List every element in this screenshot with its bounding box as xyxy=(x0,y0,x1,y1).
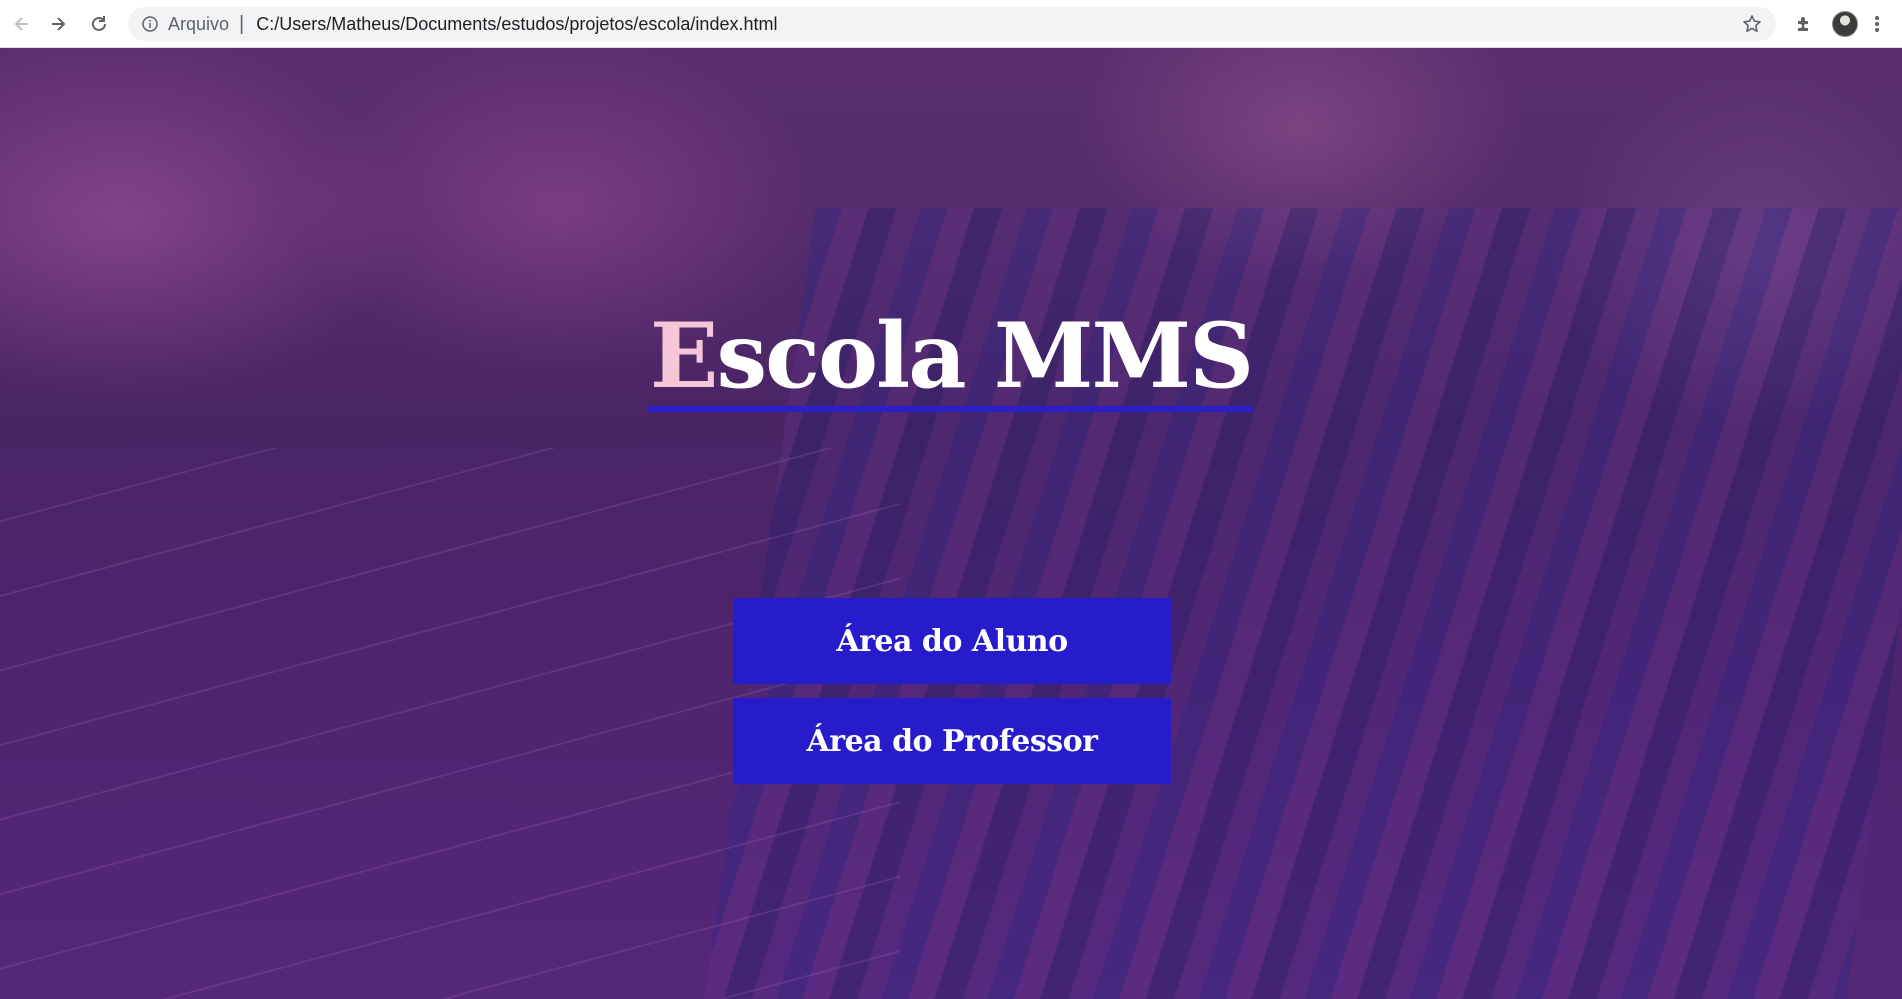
address-separator: | xyxy=(239,12,245,35)
hero-title-container: Escola MMS xyxy=(0,306,1902,412)
url-text[interactable]: C:/Users/Matheus/Documents/estudos/proje… xyxy=(256,14,777,35)
extensions-icon xyxy=(1798,17,1808,31)
page-title: Escola MMS xyxy=(647,303,1255,412)
star-icon[interactable] xyxy=(1740,12,1764,36)
title-first-letter: E xyxy=(649,303,719,409)
profile-avatar[interactable] xyxy=(1832,11,1858,37)
menu-icon xyxy=(1875,16,1879,32)
teacher-area-label: Área do Professor xyxy=(806,723,1098,759)
reload-button[interactable] xyxy=(87,12,111,36)
address-bar[interactable]: Arquivo | C:/Users/Matheus/Documents/est… xyxy=(128,7,1776,41)
back-button[interactable] xyxy=(10,12,34,36)
site-security-label: Arquivo xyxy=(168,13,230,34)
reload-icon xyxy=(92,16,106,31)
page-background: Escola MMS Área do Aluno Área do Profess… xyxy=(0,48,1902,999)
browser-toolbar: Arquivo | C:/Users/Matheus/Documents/est… xyxy=(0,0,1902,48)
extensions-button[interactable] xyxy=(1791,11,1817,37)
title-rest: scola MMS xyxy=(716,303,1255,409)
back-icon xyxy=(14,17,28,31)
forward-button[interactable] xyxy=(46,12,70,36)
forward-icon xyxy=(52,17,66,31)
menu-button[interactable] xyxy=(1870,11,1884,37)
student-area-label: Área do Aluno xyxy=(836,623,1068,659)
teacher-area-button[interactable]: Área do Professor xyxy=(733,698,1171,784)
info-icon[interactable] xyxy=(140,14,160,34)
student-area-button[interactable]: Área do Aluno xyxy=(733,598,1171,684)
